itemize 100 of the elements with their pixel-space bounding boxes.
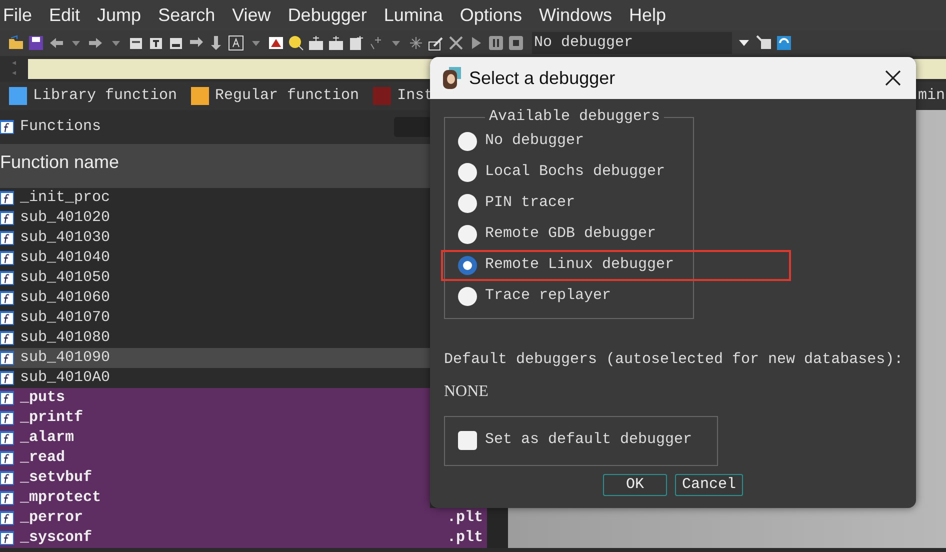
function-name: _setvbuf	[20, 468, 92, 488]
dialog-title: Select a debugger	[469, 66, 616, 90]
radio-button[interactable]	[458, 287, 477, 306]
function-name: sub_4010A0	[20, 368, 110, 388]
hex-view-icon[interactable]	[128, 35, 144, 51]
function-name: _printf	[20, 408, 84, 428]
function-icon	[0, 120, 14, 134]
close-icon[interactable]	[884, 69, 902, 87]
cross-icon[interactable]	[448, 35, 464, 51]
function-icon	[0, 331, 14, 345]
radio-button[interactable]	[458, 225, 477, 244]
function-row[interactable]: _read	[0, 448, 430, 468]
function-icon	[0, 471, 14, 485]
menu-item[interactable]: Help	[629, 2, 666, 28]
radio-button[interactable]	[458, 163, 477, 182]
radio-label[interactable]: Local Bochs debugger	[485, 161, 666, 184]
open-folder-icon[interactable]	[8, 35, 24, 51]
default-label: Default debuggers (autoselected for new databases):	[444, 350, 904, 370]
function-icon	[0, 511, 14, 525]
text-view-icon[interactable]	[148, 35, 164, 51]
radio-button[interactable]	[458, 132, 477, 151]
code-icon[interactable]	[308, 35, 324, 51]
function-name: _mprotect	[20, 488, 102, 508]
function-icon	[0, 271, 14, 285]
menu-item[interactable]: Lumina	[384, 2, 443, 28]
panel-title: Functions	[20, 116, 102, 137]
legend-label: Regular function	[215, 86, 360, 106]
function-name: sub_401020	[20, 208, 110, 228]
binary-view-icon[interactable]	[168, 35, 184, 51]
function-icon	[0, 351, 14, 365]
menu-item[interactable]: File	[3, 2, 32, 28]
struct-icon[interactable]	[348, 35, 364, 51]
function-name: sub_401080	[20, 328, 110, 348]
debugger-dropdown[interactable]: No debugger	[532, 32, 732, 54]
back-arrow-icon[interactable]	[48, 35, 64, 51]
radio-button[interactable]	[458, 194, 477, 213]
function-icon	[0, 411, 14, 425]
edit-icon[interactable]	[428, 35, 444, 51]
function-name: sub_401050	[20, 268, 110, 288]
function-row[interactable]: _setvbuf	[0, 468, 430, 488]
function-name: sub_401040	[20, 248, 110, 268]
function-icon	[0, 371, 14, 385]
letter-square-icon[interactable]	[228, 35, 244, 51]
function-icon	[0, 491, 14, 505]
radio-label[interactable]: Remote Linux debugger	[485, 254, 674, 277]
function-icon	[0, 311, 14, 325]
checkbox-label[interactable]: Set as default debugger	[485, 429, 692, 452]
function-row[interactable]: _sysconf .plt	[0, 528, 487, 548]
function-icon	[0, 391, 14, 405]
cancel-button[interactable]: Cancel	[675, 474, 744, 496]
function-name: _read	[20, 448, 66, 468]
sparkle-icon[interactable]	[368, 35, 384, 51]
menu-item[interactable]: Debugger	[288, 2, 367, 28]
function-name: sub_401060	[20, 288, 110, 308]
radio-button[interactable]	[458, 256, 477, 275]
function-name: sub_401030	[20, 228, 110, 248]
function-name: _perror	[20, 508, 84, 528]
legend-label: Inst	[397, 86, 434, 106]
radio-label[interactable]: Remote GDB debugger	[485, 223, 656, 246]
segment-name: .plt	[446, 508, 483, 528]
function-icon	[0, 531, 14, 545]
sparkle-icon[interactable]	[408, 35, 424, 51]
menu-item[interactable]: Search	[158, 2, 216, 28]
warning-icon[interactable]	[268, 35, 284, 51]
legend-label: min	[918, 86, 945, 106]
menu-item[interactable]: View	[232, 2, 271, 28]
data-icon[interactable]	[328, 35, 344, 51]
function-row[interactable]: _puts	[0, 388, 430, 408]
function-icon	[0, 251, 14, 265]
default-value: NONE	[444, 382, 490, 402]
menu-item[interactable]: Options	[460, 2, 522, 28]
radio-label[interactable]: No debugger	[485, 130, 584, 153]
pause-icon[interactable]	[488, 35, 504, 51]
function-name: sub_401070	[20, 308, 110, 328]
function-row[interactable]: _printf	[0, 408, 430, 428]
function-icon	[0, 211, 14, 225]
function-row[interactable]: _mprotect	[0, 488, 430, 508]
function-row[interactable]: sub_401090	[0, 348, 430, 368]
function-icon	[0, 431, 14, 445]
menu-item[interactable]: Windows	[538, 2, 612, 28]
save-icon[interactable]	[28, 35, 44, 51]
function-name: sub_401090	[20, 348, 110, 368]
menu-item[interactable]: Jump	[97, 2, 142, 28]
portrait-icon	[441, 67, 463, 89]
group-title: Available debuggers	[485, 108, 664, 126]
function-name: _alarm	[20, 428, 74, 448]
ok-button[interactable]: OK	[603, 474, 667, 496]
refresh-icon[interactable]	[776, 35, 792, 51]
stop-icon[interactable]	[508, 35, 524, 51]
function-name: _puts	[20, 388, 66, 408]
function-row[interactable]: _perror .plt	[0, 508, 487, 528]
forward-arrow-icon[interactable]	[88, 35, 104, 51]
segment-name: .plt	[446, 528, 483, 548]
checkbox[interactable]	[458, 431, 477, 450]
function-row[interactable]: _alarm	[0, 428, 430, 448]
radio-label[interactable]: Trace replayer	[485, 285, 612, 308]
function-name: _sysconf	[20, 528, 92, 548]
radio-label[interactable]: PIN tracer	[485, 192, 576, 215]
menu-item[interactable]: Edit	[49, 2, 80, 28]
column-header[interactable]: Function name	[0, 152, 120, 172]
